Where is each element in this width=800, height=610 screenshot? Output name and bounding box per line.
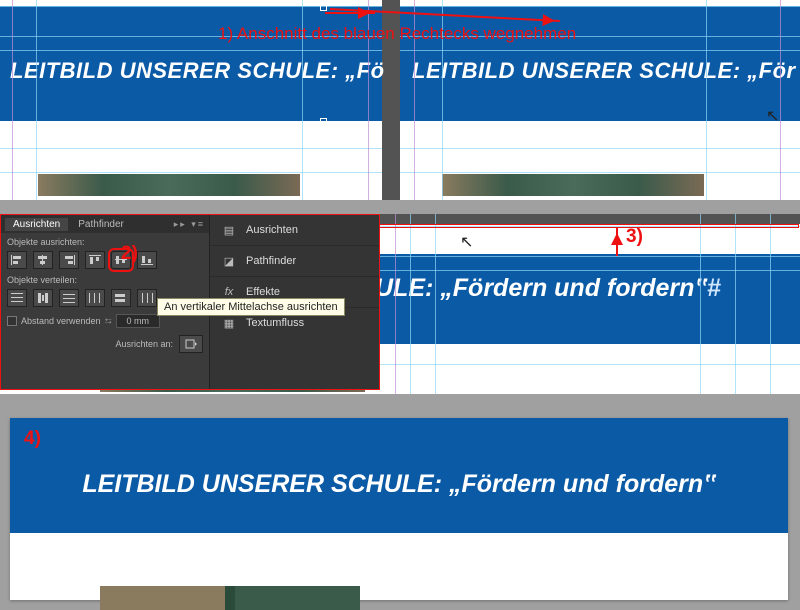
headline-fragment: ULE: „Fördern und fordern‟# xyxy=(375,274,721,303)
cursor-icon xyxy=(766,106,778,122)
guide-h xyxy=(0,50,382,51)
label-distribute-objects: Objekte verteilen: xyxy=(1,271,209,287)
headline-full: LEITBILD UNSERER SCHULE: „Fördern und fo… xyxy=(10,470,788,499)
distribute-top-button[interactable] xyxy=(7,289,27,307)
tab-align[interactable]: Ausrichten xyxy=(5,218,68,231)
annotation-4: 4) xyxy=(24,428,41,450)
align-h-center-button[interactable] xyxy=(33,251,53,269)
selection-handle[interactable] xyxy=(320,118,327,125)
guide-h xyxy=(400,6,800,7)
spread-view-top: LEITBILD UNSERER SCHULE: „Fö LEITBILD UN… xyxy=(0,0,800,200)
annotation-2: 2) xyxy=(121,243,138,265)
align-right-button[interactable] xyxy=(59,251,79,269)
align-top-button[interactable] xyxy=(85,251,105,269)
result-view: LEITBILD UNSERER SCHULE: „Fördern und fo… xyxy=(0,408,800,600)
photo-strip xyxy=(442,174,704,196)
guide-v xyxy=(435,214,436,394)
margin-guide xyxy=(395,214,396,394)
margin-guide xyxy=(12,0,13,200)
align-menu-icon: ▤ xyxy=(222,223,236,237)
menu-label: Textumfluss xyxy=(246,317,304,329)
panel-collapse-icon[interactable]: ▸▸ ▾≡ xyxy=(174,219,209,230)
annotation-1: 1) Anschnitt des blauen Rechtecks wegneh… xyxy=(218,24,576,44)
guide-v xyxy=(770,214,771,394)
guide-v xyxy=(735,214,736,394)
guide-v xyxy=(700,214,701,394)
tab-pathfinder[interactable]: Pathfinder xyxy=(70,218,132,231)
align-objects-row xyxy=(1,249,209,271)
align-panel[interactable]: Ausrichten Pathfinder ▸▸ ▾≡ Objekte ausr… xyxy=(0,214,380,390)
margin-guide xyxy=(780,0,781,200)
headline-text-left: LEITBILD UNSERER SCHULE: „Fö xyxy=(10,58,385,84)
align-bottom-button[interactable] xyxy=(137,251,157,269)
panel-tabs: Ausrichten Pathfinder ▸▸ ▾≡ xyxy=(1,215,209,233)
guide-v xyxy=(706,0,707,200)
guide-h xyxy=(400,172,800,173)
align-left-button[interactable] xyxy=(7,251,27,269)
effects-menu-icon: fx xyxy=(222,285,236,299)
result-page: LEITBILD UNSERER SCHULE: „Fördern und fo… xyxy=(10,418,788,600)
photo-strip xyxy=(100,586,360,610)
guide-v xyxy=(410,214,411,394)
menu-item-pathfinder[interactable]: ◪ Pathfinder xyxy=(210,246,379,277)
align-to-dropdown[interactable] xyxy=(179,335,203,353)
guide-h xyxy=(400,50,800,51)
guide-h xyxy=(0,148,382,149)
distribute-left-button[interactable] xyxy=(85,289,105,307)
guide-h xyxy=(400,148,800,149)
pathfinder-menu-icon: ◪ xyxy=(222,254,236,268)
annotation-3: 3) xyxy=(626,226,643,248)
spread-view-middle: ULE: „Fördern und fordern‟# 3) Ausrichte… xyxy=(0,214,800,394)
tooltip: An vertikaler Mittelachse ausrichten xyxy=(157,298,345,316)
distribute-v-center-button[interactable] xyxy=(33,289,53,307)
selection-handle[interactable] xyxy=(320,4,327,11)
arrow-3 xyxy=(616,228,618,256)
menu-item-ausrichten[interactable]: ▤ Ausrichten xyxy=(210,215,379,246)
align-to-label: Ausrichten an: xyxy=(115,339,173,349)
align-to-row: Ausrichten an: xyxy=(1,333,209,355)
guide-h xyxy=(0,172,382,173)
label-align-objects: Objekte ausrichten: xyxy=(1,233,209,249)
spacing-field[interactable]: 0 mm xyxy=(116,314,160,328)
use-spacing-checkbox[interactable] xyxy=(7,316,17,326)
photo-strip xyxy=(38,174,300,196)
arrow-1a xyxy=(325,12,375,14)
menu-label: Pathfinder xyxy=(246,255,296,267)
guide-v xyxy=(36,0,37,200)
use-spacing-label: Abstand verwenden xyxy=(21,316,101,326)
distribute-bottom-button[interactable] xyxy=(59,289,79,307)
menu-label: Effekte xyxy=(246,286,280,298)
distribute-right-button[interactable] xyxy=(137,289,157,307)
headline-text-right: LEITBILD UNSERER SCHULE: „För xyxy=(412,58,796,84)
cursor-icon xyxy=(460,232,472,248)
menu-label: Ausrichten xyxy=(246,224,298,236)
textwrap-menu-icon: ▦ xyxy=(222,316,236,330)
distribute-h-center-button[interactable] xyxy=(111,289,131,307)
